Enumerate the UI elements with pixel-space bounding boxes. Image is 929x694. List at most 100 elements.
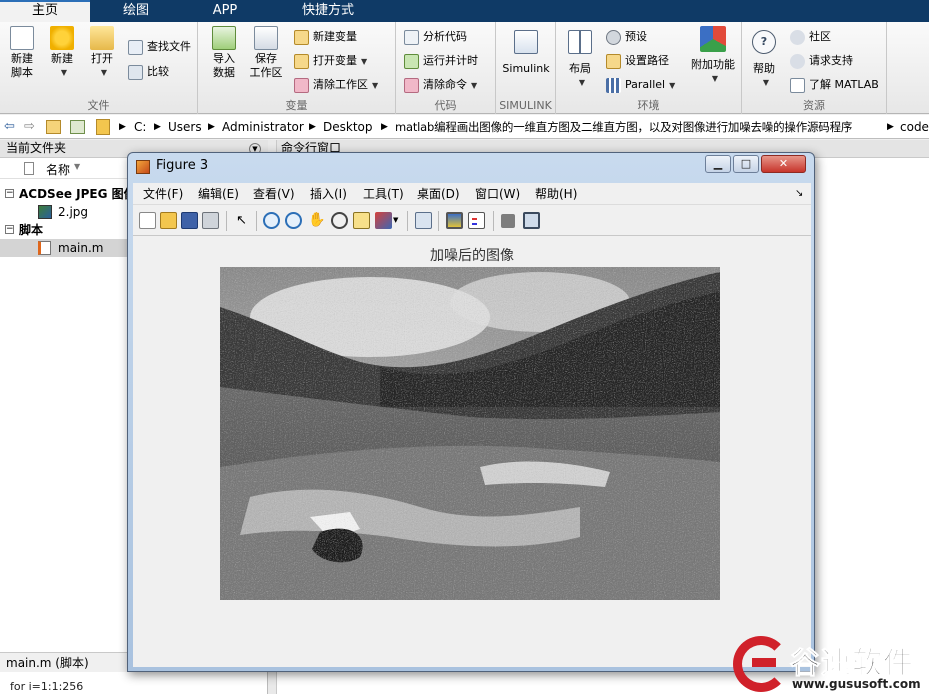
brush-icon[interactable] <box>375 212 392 229</box>
colorbar-icon[interactable] <box>446 212 463 229</box>
breadcrumb-users[interactable]: Users <box>168 115 202 138</box>
chevron-down-icon: ▼ <box>471 81 478 90</box>
breadcrumb-separator: ▶ <box>309 122 316 132</box>
open-button[interactable]: 打开 ▼ <box>82 26 122 80</box>
tab-apps[interactable]: APP <box>182 0 268 22</box>
new-figure-icon[interactable] <box>139 212 156 229</box>
figure-window[interactable]: Figure 3 ▁ □ ✕ 文件(F) 编辑(E) 查看(V) 插入(I) 工… <box>127 152 815 672</box>
new-script-button[interactable]: 新建 脚本 <box>2 26 42 80</box>
menu-tools[interactable]: 工具(T) <box>363 183 404 205</box>
back-arrow-icon[interactable]: ⇦ <box>4 115 15 138</box>
menu-insert[interactable]: 插入(I) <box>310 183 347 205</box>
legend-icon[interactable] <box>468 212 485 229</box>
browse-folder-icon[interactable] <box>70 120 85 134</box>
data-cursor-icon[interactable] <box>353 212 370 229</box>
zoom-out-icon[interactable] <box>285 212 302 229</box>
breadcrumb-code[interactable]: code <box>900 115 929 138</box>
breadcrumb-administrator[interactable]: Administrator <box>222 115 304 138</box>
print-icon[interactable] <box>202 212 219 229</box>
save-icon[interactable] <box>181 212 198 229</box>
new-button[interactable]: 新建 ▼ <box>42 26 82 80</box>
simulink-label: Simulink <box>502 62 550 75</box>
breadcrumb-desktop[interactable]: Desktop <box>323 115 373 138</box>
preferences-label: 预设 <box>625 30 647 43</box>
learn-matlab-button[interactable]: 了解 MATLAB <box>790 74 879 96</box>
breadcrumb-separator: ▶ <box>154 122 161 132</box>
learn-matlab-label: 了解 MATLAB <box>809 78 879 91</box>
tab-shortcuts[interactable]: 快捷方式 <box>268 0 388 22</box>
up-folder-icon[interactable] <box>46 120 61 134</box>
find-files-icon <box>128 39 143 55</box>
import-data-label: 导入 数据 <box>213 52 235 79</box>
clear-workspace-label: 清除工作区 <box>313 78 368 91</box>
simulink-button[interactable]: Simulink <box>500 30 552 76</box>
close-button[interactable]: ✕ <box>761 155 806 173</box>
menu-edit[interactable]: 编辑(E) <box>198 183 239 205</box>
open-file-icon[interactable] <box>160 212 177 229</box>
zoom-in-icon[interactable] <box>263 212 280 229</box>
forward-arrow-icon[interactable]: ⇨ <box>24 115 35 138</box>
m-file-icon <box>38 241 51 255</box>
address-bar: ⇦ ⇨ ▶ C: ▶ Users ▶ Administrator ▶ Deskt… <box>0 115 929 139</box>
collapse-icon[interactable]: − <box>5 189 14 198</box>
community-button[interactable]: 社区 <box>790 26 831 48</box>
breadcrumb-project-folder[interactable]: matlab编程画出图像的一维直方图及二维直方图，以及对图像进行加噪去噪的操作源… <box>395 115 852 138</box>
minimize-button[interactable]: ▁ <box>705 155 731 173</box>
parallel-button[interactable]: Parallel ▼ <box>606 74 675 96</box>
clear-commands-button[interactable]: 清除命令 ▼ <box>404 74 477 96</box>
save-workspace-button[interactable]: 保存 工作区 <box>246 26 286 80</box>
add-ons-button[interactable]: 附加功能 ▼ <box>690 26 736 86</box>
help-button[interactable]: ? 帮助 ▼ <box>744 30 784 90</box>
brand-url: www.gususoft.com <box>792 677 921 691</box>
set-path-button[interactable]: 设置路径 <box>606 50 669 72</box>
find-files-button[interactable]: 查找文件 <box>128 36 191 58</box>
analyze-code-label: 分析代码 <box>423 30 467 43</box>
name-column-header[interactable]: 名称 <box>46 161 70 178</box>
analyze-code-button[interactable]: 分析代码 <box>404 26 467 48</box>
rotate-3d-icon[interactable] <box>331 212 348 229</box>
show-plot-tools-icon[interactable] <box>523 212 540 229</box>
menu-desktop[interactable]: 桌面(D) <box>417 183 460 205</box>
menu-help[interactable]: 帮助(H) <box>535 183 577 205</box>
chevron-down-icon[interactable]: ▼ <box>393 212 401 229</box>
dock-arrow-icon[interactable]: ↘ <box>795 183 803 205</box>
hide-plot-tools-icon[interactable] <box>501 214 515 228</box>
breadcrumb-drive[interactable]: C: <box>134 115 146 138</box>
menu-file[interactable]: 文件(F) <box>143 183 183 205</box>
tree-group-label: 脚本 <box>19 223 44 237</box>
group-label-file: 文件 <box>87 99 110 112</box>
collapse-icon[interactable]: − <box>5 225 14 234</box>
clear-workspace-button[interactable]: 清除工作区 ▼ <box>294 74 378 96</box>
import-data-icon <box>212 26 236 50</box>
chevron-down-icon: ▼ <box>762 78 770 87</box>
sort-arrow-icon[interactable]: ▼ <box>74 162 80 171</box>
compare-button[interactable]: 比较 <box>128 61 169 83</box>
menu-window[interactable]: 窗口(W) <box>475 183 520 205</box>
tab-plots[interactable]: 绘图 <box>90 0 182 22</box>
maximize-button[interactable]: □ <box>733 155 759 173</box>
layout-button[interactable]: 布局 ▼ <box>560 30 600 90</box>
run-and-time-button[interactable]: 运行并计时 <box>404 50 478 72</box>
new-variable-button[interactable]: 新建变量 <box>294 26 357 48</box>
tree-file-main-m[interactable]: main.m <box>0 239 127 257</box>
menu-view[interactable]: 查看(V) <box>253 183 295 205</box>
toolbar-separator <box>407 211 408 231</box>
open-variable-button[interactable]: 打开变量 ▼ <box>294 50 367 72</box>
request-support-button[interactable]: 请求支持 <box>790 50 853 72</box>
simulink-icon <box>514 30 538 54</box>
toolstrip-tab-bar: 主页 绘图 APP 快捷方式 <box>0 0 929 22</box>
tree-group-scripts[interactable]: − 脚本 <box>0 221 127 239</box>
open-variable-icon <box>294 53 309 69</box>
chevron-down-icon: ▼ <box>60 68 68 77</box>
pan-icon[interactable]: ✋ <box>308 212 325 229</box>
chevron-down-icon: ▼ <box>372 81 379 90</box>
tab-home[interactable]: 主页 <box>0 0 90 22</box>
link-plot-icon[interactable] <box>415 212 432 229</box>
matlab-logo-icon <box>136 160 150 174</box>
tree-file-jpg[interactable]: 2.jpg <box>0 203 127 221</box>
tree-group-jpeg[interactable]: − ACDSee JPEG 图像 <box>0 185 136 203</box>
preferences-button[interactable]: 预设 <box>606 26 647 48</box>
import-data-button[interactable]: 导入 数据 <box>204 26 244 80</box>
pointer-icon[interactable]: ↖ <box>233 212 250 229</box>
help-icon: ? <box>752 30 776 54</box>
